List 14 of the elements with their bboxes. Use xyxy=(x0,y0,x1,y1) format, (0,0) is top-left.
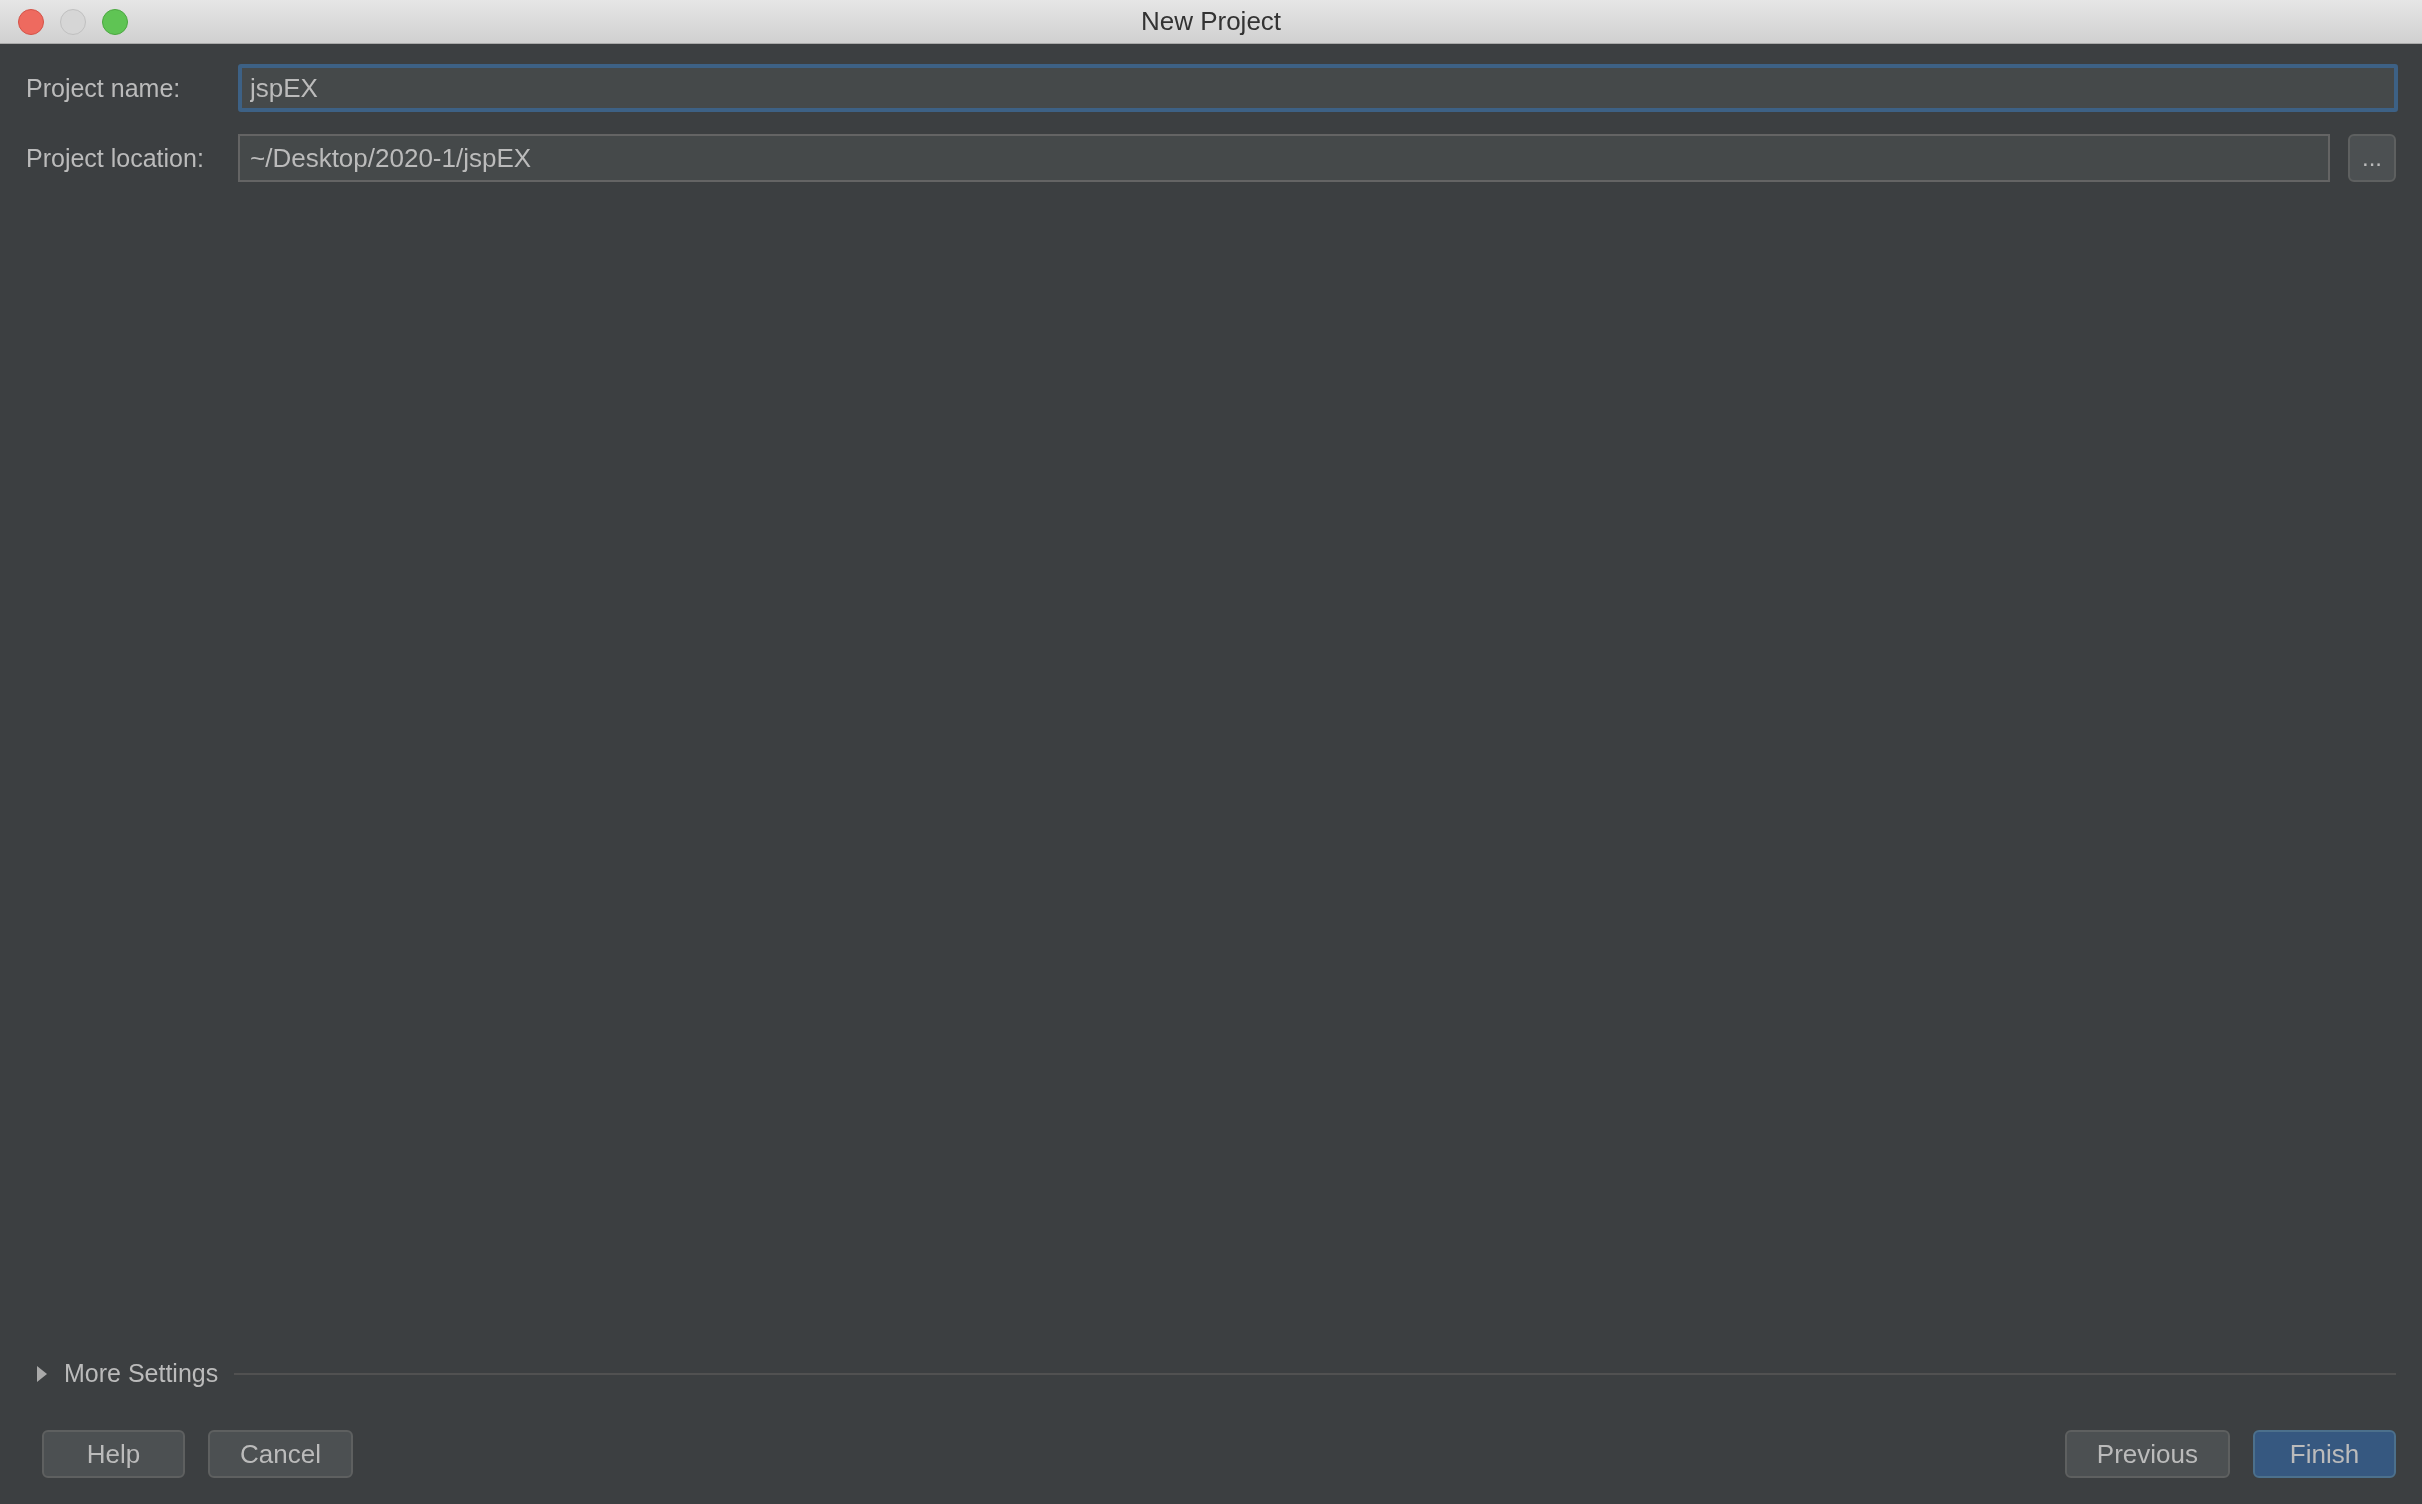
close-button[interactable] xyxy=(18,8,44,35)
dialog-button[interactable]: Cancel xyxy=(208,1430,353,1478)
text-field[interactable]: jspEX xyxy=(238,64,2398,112)
browse-button[interactable]: ... xyxy=(2348,134,2396,182)
dialog-button[interactable]: Previous xyxy=(2064,1430,2230,1478)
text-field[interactable]: ~/Desktop/2020-1/jspEX xyxy=(238,134,2330,182)
field-label: Project name: xyxy=(25,73,182,103)
field-label: Project location: xyxy=(25,143,205,173)
dialog-button[interactable]: Help xyxy=(42,1430,185,1478)
dialog-button[interactable]: Finish xyxy=(2253,1430,2396,1478)
more-settings-toggle[interactable]: More Settings xyxy=(64,1359,219,1388)
zoom-button[interactable] xyxy=(102,8,128,35)
window-title: New Project xyxy=(1140,6,1282,36)
expand-arrow-icon[interactable] xyxy=(36,1364,48,1383)
